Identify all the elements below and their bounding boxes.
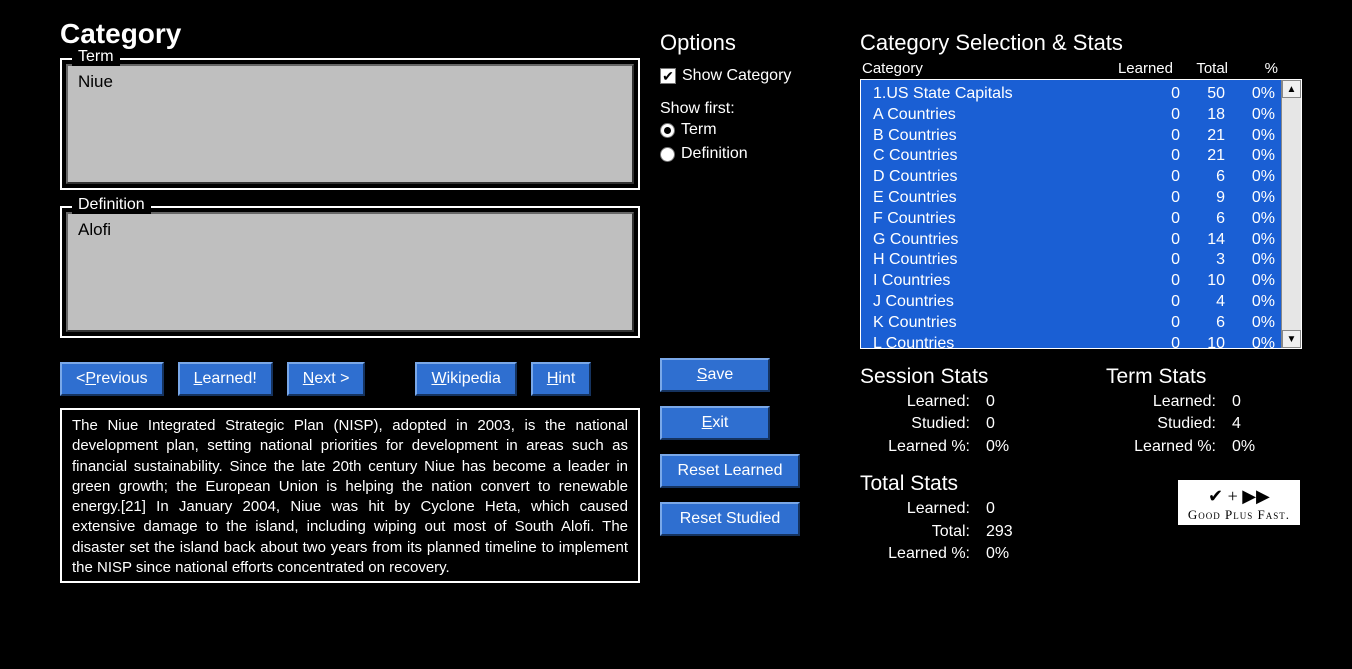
wikipedia-button[interactable]: Wikipedia xyxy=(415,362,516,396)
term-fieldset: Term Niue xyxy=(60,58,640,190)
show-first-definition-radio[interactable] xyxy=(660,147,675,162)
category-table-header: Category Learned Total % xyxy=(860,60,1302,77)
category-listbox[interactable]: 1.US State Capitals0500%A Countries0180%… xyxy=(861,80,1281,348)
reset-studied-button[interactable]: Reset Studied xyxy=(660,502,800,536)
list-item[interactable]: D Countries060% xyxy=(873,167,1275,188)
session-studied-value: 0 xyxy=(986,413,1036,435)
term-stats-title: Term Stats xyxy=(1106,365,1282,389)
definition-legend: Definition xyxy=(72,196,151,214)
previous-button[interactable]: < Previous xyxy=(60,362,164,396)
logo: ✔ + ▶▶ Good Plus Fast. xyxy=(1176,478,1302,527)
scrollbar[interactable]: ▲ ▼ xyxy=(1281,80,1301,348)
scroll-down-icon[interactable]: ▼ xyxy=(1282,330,1301,348)
session-pct-label: Learned %: xyxy=(860,436,970,458)
list-item[interactable]: A Countries0180% xyxy=(873,105,1275,126)
definition-box: Alofi xyxy=(66,212,634,332)
total-pct-label: Learned %: xyxy=(860,543,970,565)
total-total-value: 293 xyxy=(986,521,1036,543)
category-title: Category xyxy=(60,18,640,50)
term-learned-value: 0 xyxy=(1232,391,1282,413)
hint-button[interactable]: Hint xyxy=(531,362,591,396)
show-first-definition-label: Definition xyxy=(681,145,748,163)
term-pct-value: 0% xyxy=(1232,436,1282,458)
total-stats: Total Stats Learned: 0 Total: 293 Learned … xyxy=(860,472,1036,565)
show-category-label: Show Category xyxy=(682,67,791,85)
session-stats: Session Stats Learned: 0 Studied: 0 Learne… xyxy=(860,365,1036,458)
category-listbox-wrap: 1.US State Capitals0500%A Countries0180%… xyxy=(860,79,1302,349)
show-first-term-radio[interactable] xyxy=(660,123,675,138)
total-pct-value: 0% xyxy=(986,543,1036,565)
exit-button[interactable]: Exit xyxy=(660,406,770,440)
session-learned-value: 0 xyxy=(986,391,1036,413)
total-learned-label: Learned: xyxy=(860,498,970,520)
session-pct-value: 0% xyxy=(986,436,1036,458)
show-category-checkbox[interactable]: ✔ xyxy=(660,68,676,84)
list-item[interactable]: E Countries090% xyxy=(873,188,1275,209)
next-button[interactable]: Next > xyxy=(287,362,366,396)
total-learned-value: 0 xyxy=(986,498,1036,520)
total-stats-title: Total Stats xyxy=(860,472,1036,496)
list-item[interactable]: F Countries060% xyxy=(873,209,1275,230)
category-selection-title: Category Selection & Stats xyxy=(860,30,1302,56)
list-item[interactable]: G Countries0140% xyxy=(873,230,1275,251)
total-total-label: Total: xyxy=(860,521,970,543)
session-studied-label: Studied: xyxy=(860,413,970,435)
list-item[interactable]: J Countries040% xyxy=(873,292,1275,313)
scroll-up-icon[interactable]: ▲ xyxy=(1282,80,1301,98)
list-item[interactable]: C Countries0210% xyxy=(873,146,1275,167)
list-item[interactable]: 1.US State Capitals0500% xyxy=(873,84,1275,105)
header-pct: % xyxy=(1228,60,1278,77)
logo-text: Good Plus Fast. xyxy=(1188,507,1290,523)
nav-button-row: < Previous Learned! Next > Wikipedia Hin… xyxy=(60,362,640,396)
term-stats: Term Stats Learned: 0 Studied: 4 Learned %… xyxy=(1106,365,1282,458)
term-studied-label: Studied: xyxy=(1106,413,1216,435)
term-studied-value: 4 xyxy=(1232,413,1282,435)
list-item[interactable]: K Countries060% xyxy=(873,313,1275,334)
list-item[interactable]: H Countries030% xyxy=(873,250,1275,271)
list-item[interactable]: B Countries0210% xyxy=(873,126,1275,147)
logo-icons: ✔ + ▶▶ xyxy=(1188,486,1290,507)
header-total: Total xyxy=(1173,60,1228,77)
list-item[interactable]: I Countries0100% xyxy=(873,271,1275,292)
hint-box: The Niue Integrated Strategic Plan (NISP… xyxy=(60,408,640,583)
learned-button[interactable]: Learned! xyxy=(178,362,273,396)
term-box: Niue xyxy=(66,64,634,184)
list-item[interactable]: L Countries0100% xyxy=(873,334,1275,348)
definition-fieldset: Definition Alofi xyxy=(60,206,640,338)
header-learned: Learned xyxy=(1103,60,1173,77)
reset-learned-button[interactable]: Reset Learned xyxy=(660,454,800,488)
session-learned-label: Learned: xyxy=(860,391,970,413)
options-title: Options xyxy=(660,30,840,56)
save-button[interactable]: Save xyxy=(660,358,770,392)
show-first-label: Show first: xyxy=(660,100,840,118)
term-learned-label: Learned: xyxy=(1106,391,1216,413)
session-stats-title: Session Stats xyxy=(860,365,1036,389)
show-first-term-label: Term xyxy=(681,121,717,139)
term-legend: Term xyxy=(72,48,120,66)
term-pct-label: Learned %: xyxy=(1106,436,1216,458)
header-category: Category xyxy=(862,60,1103,77)
